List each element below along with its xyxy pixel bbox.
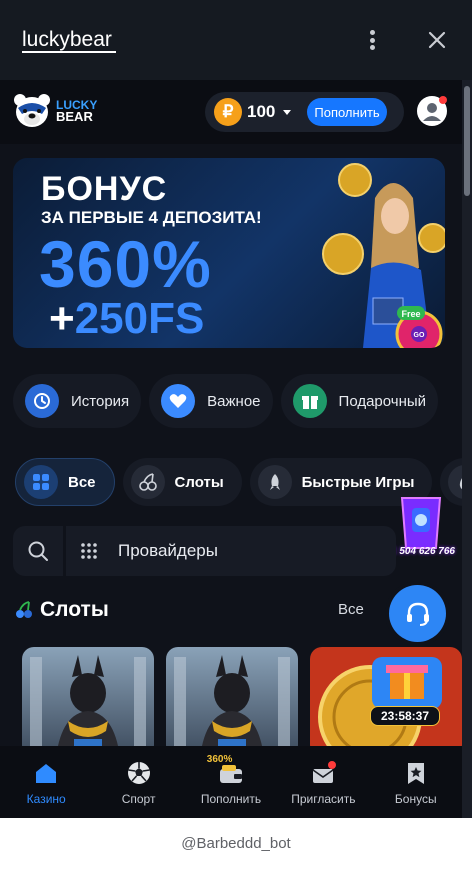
ruble-coin-icon: ₽ xyxy=(214,98,242,126)
search-icon xyxy=(28,541,48,561)
cherries-icon xyxy=(16,601,32,618)
tab-label: Слоты xyxy=(174,473,224,491)
section-title-slots: Слоты xyxy=(14,598,109,622)
invite-icon xyxy=(312,761,337,783)
wheel-badge-icon: Free GO xyxy=(395,306,443,348)
scrollbar-thumb[interactable] xyxy=(464,86,470,196)
bear-logo-icon xyxy=(14,94,50,127)
nav-bonuses[interactable]: Бонусы xyxy=(370,746,462,818)
support-button[interactable] xyxy=(389,585,446,642)
bot-username: @Barbeddd_bot xyxy=(181,835,291,852)
heart-icon xyxy=(161,384,196,418)
logo-text: LUCKY BEAR xyxy=(56,99,97,123)
banner-freespins: +250FS xyxy=(49,294,204,344)
deposit-badge: 360% xyxy=(206,754,233,765)
nav-label: Бонусы xyxy=(394,792,437,806)
deposit-button[interactable]: Пополнить xyxy=(307,98,387,126)
close-icon[interactable] xyxy=(424,26,450,54)
nav-invite[interactable]: Пригласить xyxy=(277,746,369,818)
quick-link-label: Важное xyxy=(207,392,261,410)
nav-casino[interactable]: Казино xyxy=(0,746,92,818)
dots-grid-icon xyxy=(81,543,97,559)
providers-label: Провайдеры xyxy=(118,541,218,560)
bot-footer: @Barbeddd_bot xyxy=(0,818,472,877)
logo-line2: BEAR xyxy=(56,109,93,124)
headset-icon xyxy=(406,602,429,626)
nav-label: Спорт xyxy=(121,792,156,806)
banner-plus: + xyxy=(49,294,75,343)
game-card[interactable] xyxy=(166,647,298,757)
quick-links: История Важное Подарочный xyxy=(13,374,446,428)
game-card[interactable] xyxy=(22,647,154,757)
history-icon xyxy=(25,384,59,418)
app-root: luckybear LUCKY BEAR ₽ 100 Пополнить БОН… xyxy=(0,0,472,877)
more-vertical-icon[interactable] xyxy=(362,26,382,54)
nav-sport[interactable]: Спорт xyxy=(92,746,184,818)
anubis-game-thumbnail xyxy=(166,647,298,757)
tab-slots[interactable]: Слоты xyxy=(122,458,242,506)
quick-link-favorites[interactable]: Важное xyxy=(149,374,273,428)
scrollbar[interactable] xyxy=(462,80,472,818)
slots-see-all-link[interactable]: Все xyxy=(338,601,364,618)
nav-label: Казино xyxy=(26,792,66,806)
banner-subtitle: ЗА ПЕРВЫЕ 4 ДЕПОЗИТА! xyxy=(41,208,262,227)
mini-app-title: luckybear xyxy=(22,29,116,53)
grid-icon xyxy=(24,465,58,499)
quick-link-gift[interactable]: Подарочный xyxy=(280,374,439,428)
promo-banner[interactable]: БОНУС ЗА ПЕРВЫЕ 4 ДЕПОЗИТА! 360% +250FS … xyxy=(13,158,445,348)
cherries-icon xyxy=(130,465,165,499)
gift-icon xyxy=(292,384,327,418)
banner-percent: 360% xyxy=(39,227,212,301)
free-badge-text: Free xyxy=(401,309,420,319)
chevron-down-icon[interactable] xyxy=(283,109,292,115)
logo[interactable]: LUCKY BEAR xyxy=(12,92,97,130)
section-title-text: Слоты xyxy=(40,598,109,621)
search-button[interactable] xyxy=(13,526,63,576)
anubis-game-thumbnail xyxy=(22,647,154,757)
casino-webview: LUCKY BEAR ₽ 100 Пополнить БОНУС ЗА ПЕРВ… xyxy=(0,80,462,818)
quick-link-label: История xyxy=(71,392,130,410)
telegram-header: luckybear xyxy=(0,0,472,80)
rocket-icon xyxy=(257,465,292,499)
bonus-icon xyxy=(407,763,424,784)
soccer-ball-icon xyxy=(127,762,150,784)
app-header: LUCKY BEAR ₽ 100 Пополнить xyxy=(0,80,462,144)
quick-link-label: Подарочный xyxy=(338,392,427,410)
tab-label: Все xyxy=(68,473,96,491)
bottom-navigation: Казино Спорт 360% Пополнить Пригласить Б… xyxy=(0,746,462,818)
notification-dot xyxy=(439,96,447,104)
banner-title: БОНУС xyxy=(41,170,168,208)
balance-selector[interactable]: ₽ 100 Пополнить xyxy=(205,92,404,132)
wheel-go-text: GO xyxy=(414,332,425,339)
tab-label: Быстрые Игры xyxy=(301,473,415,491)
jackpot-value: 1 504 626 766 xyxy=(391,546,455,557)
nav-label: Пригласить xyxy=(291,792,356,806)
quick-link-history[interactable]: История xyxy=(13,374,142,428)
profile-avatar[interactable] xyxy=(417,96,447,126)
nav-label: Пополнить xyxy=(200,792,262,806)
bonus-timer: 23:58:37 xyxy=(370,706,440,726)
banner-fs-value: 250FS xyxy=(74,294,205,343)
nav-deposit[interactable]: 360% Пополнить xyxy=(185,746,277,818)
providers-selector[interactable]: Провайдеры xyxy=(66,526,396,576)
tab-all[interactable]: Все xyxy=(15,458,115,506)
home-icon xyxy=(36,764,57,783)
balance-amount: 100 xyxy=(247,102,276,121)
